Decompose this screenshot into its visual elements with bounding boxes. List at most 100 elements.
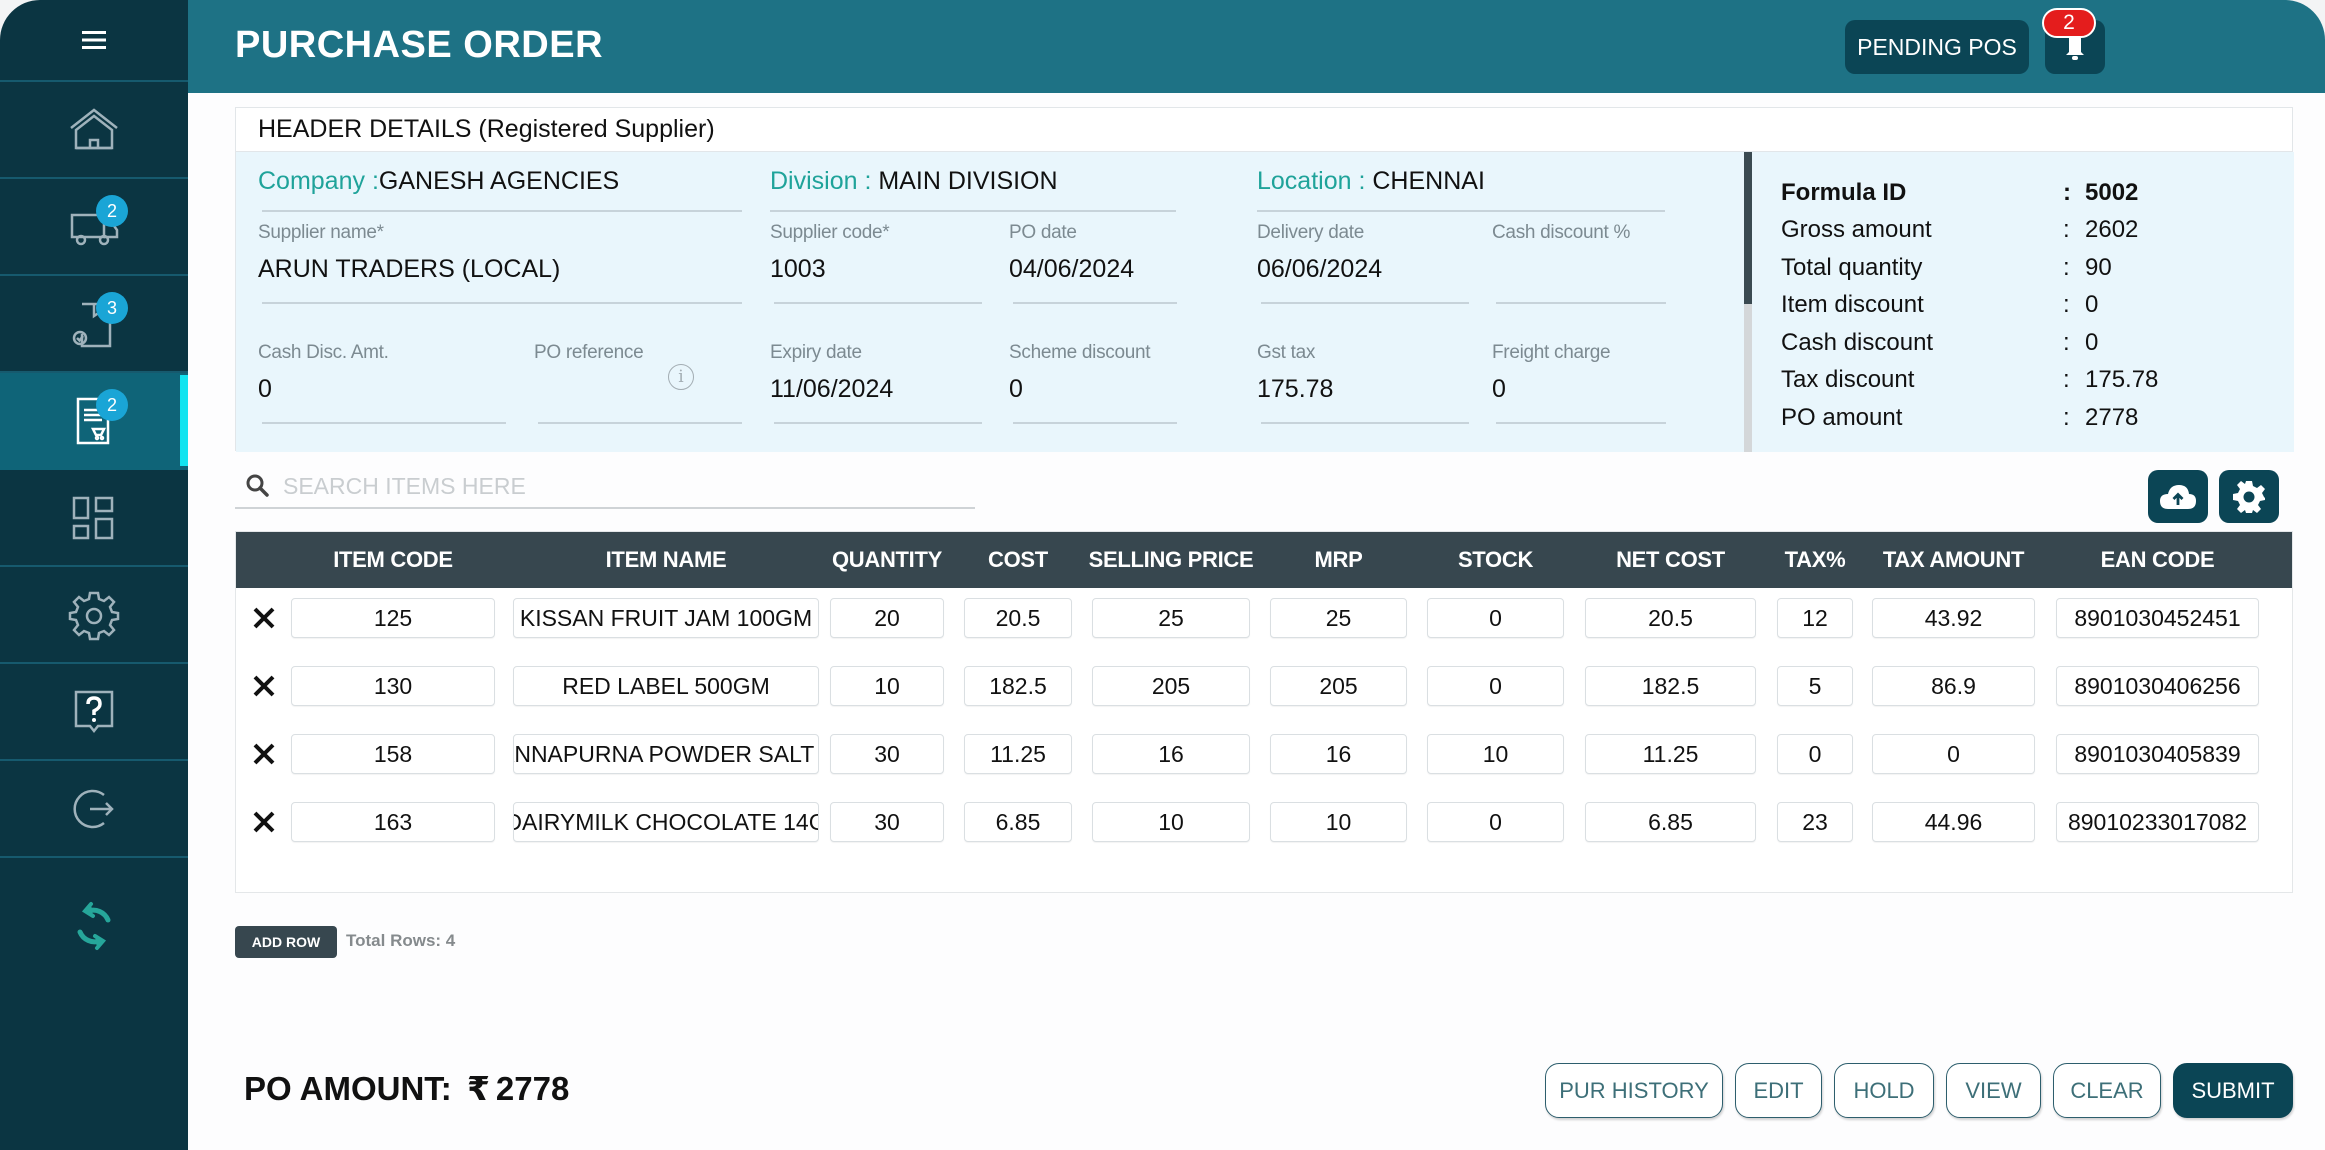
cash-discount-pct-field[interactable]: Cash discount % <box>1492 222 1666 306</box>
cell-ean-code[interactable]: 8901030452451 <box>2056 598 2259 638</box>
cell-tax-amount[interactable]: 43.92 <box>1872 598 2035 638</box>
po-date-field[interactable]: PO date 04/06/2024 <box>1009 222 1177 306</box>
column-header-stock[interactable]: STOCK <box>1427 532 1564 588</box>
cell-ean-code[interactable]: 8901030406256 <box>2056 666 2259 706</box>
cell-mrp[interactable]: 10 <box>1270 802 1407 842</box>
delete-row-button[interactable] <box>248 668 280 704</box>
cell-ean-code[interactable]: 8901030405839 <box>2056 734 2259 774</box>
gst-tax-field[interactable]: Gst tax 175.78 <box>1257 342 1469 426</box>
cell-mrp[interactable]: 205 <box>1270 666 1407 706</box>
column-header-item-name[interactable]: ITEM NAME <box>513 532 819 588</box>
cell-ean-code[interactable]: 89010233017082 <box>2056 802 2259 842</box>
cell-tax-pct[interactable]: 5 <box>1777 666 1853 706</box>
cell-quantity[interactable]: 30 <box>830 734 944 774</box>
clear-button[interactable]: CLEAR <box>2053 1063 2161 1118</box>
cell-item-code[interactable]: 158 <box>291 734 495 774</box>
header-details-scrollbar[interactable] <box>1744 152 1752 452</box>
edit-button[interactable]: EDIT <box>1735 1063 1822 1118</box>
cell-selling-price[interactable]: 10 <box>1092 802 1250 842</box>
sidebar-item-approvals[interactable]: 3 <box>0 276 188 373</box>
cell-net-cost[interactable]: 20.5 <box>1585 598 1756 638</box>
info-icon[interactable]: i <box>668 364 694 390</box>
cash-disc-amt-value[interactable]: 0 <box>258 375 272 404</box>
cell-item-name[interactable]: RED LABEL 500GM <box>513 666 819 706</box>
delivery-date-value[interactable]: 06/06/2024 <box>1257 255 1382 284</box>
upload-button[interactable] <box>2148 470 2208 523</box>
submit-button[interactable]: SUBMIT <box>2173 1063 2293 1118</box>
cell-tax-amount[interactable]: 0 <box>1872 734 2035 774</box>
scheme-discount-value[interactable]: 0 <box>1009 375 1023 404</box>
delete-row-button[interactable] <box>248 736 280 772</box>
cell-mrp[interactable]: 25 <box>1270 598 1407 638</box>
sidebar-item-sync[interactable] <box>0 858 188 993</box>
column-header-tax-amount[interactable]: TAX AMOUNT <box>1872 532 2035 588</box>
cell-tax-amount[interactable]: 44.96 <box>1872 802 2035 842</box>
cell-quantity[interactable]: 10 <box>830 666 944 706</box>
column-header-cost[interactable]: COST <box>964 532 1072 588</box>
cell-item-code[interactable]: 130 <box>291 666 495 706</box>
po-date-value[interactable]: 04/06/2024 <box>1009 255 1134 284</box>
cell-stock[interactable]: 0 <box>1427 802 1564 842</box>
cell-selling-price[interactable]: 205 <box>1092 666 1250 706</box>
cell-cost[interactable]: 11.25 <box>964 734 1072 774</box>
menu-button[interactable] <box>0 0 188 82</box>
sidebar-item-home[interactable] <box>0 82 188 179</box>
cell-net-cost[interactable]: 11.25 <box>1585 734 1756 774</box>
column-header-quantity[interactable]: QUANTITY <box>830 532 944 588</box>
supplier-name-field[interactable]: Supplier name* ARUN TRADERS (LOCAL) <box>258 222 742 306</box>
add-row-button[interactable]: ADD ROW <box>235 926 337 958</box>
freight-charge-value[interactable]: 0 <box>1492 375 1506 404</box>
supplier-code-value[interactable]: 1003 <box>770 255 826 284</box>
column-header-ean-code[interactable]: EAN CODE <box>2056 532 2259 588</box>
cell-tax-pct[interactable]: 23 <box>1777 802 1853 842</box>
cell-net-cost[interactable]: 182.5 <box>1585 666 1756 706</box>
search-input[interactable] <box>283 472 963 500</box>
cell-cost[interactable]: 6.85 <box>964 802 1072 842</box>
gst-tax-value[interactable]: 175.78 <box>1257 375 1333 404</box>
cell-tax-pct[interactable]: 12 <box>1777 598 1853 638</box>
supplier-code-field[interactable]: Supplier code* 1003 <box>770 222 982 306</box>
expiry-date-field[interactable]: Expiry date 11/06/2024 <box>770 342 982 426</box>
pending-pos-button[interactable]: PENDING POS <box>1845 20 2029 74</box>
cell-cost[interactable]: 20.5 <box>964 598 1072 638</box>
cell-selling-price[interactable]: 25 <box>1092 598 1250 638</box>
cell-item-code[interactable]: 125 <box>291 598 495 638</box>
po-reference-field[interactable]: PO reference <box>534 342 742 426</box>
table-settings-button[interactable] <box>2219 470 2279 523</box>
column-header-net-cost[interactable]: NET COST <box>1585 532 1756 588</box>
sidebar-item-logout[interactable] <box>0 761 188 858</box>
cell-stock[interactable]: 0 <box>1427 598 1564 638</box>
column-header-mrp[interactable]: MRP <box>1270 532 1407 588</box>
sidebar-item-delivery[interactable]: 2 <box>0 179 188 276</box>
delivery-date-field[interactable]: Delivery date 06/06/2024 <box>1257 222 1469 306</box>
cell-item-code[interactable]: 163 <box>291 802 495 842</box>
cell-tax-amount[interactable]: 86.9 <box>1872 666 2035 706</box>
hold-button[interactable]: HOLD <box>1834 1063 1934 1118</box>
delete-row-button[interactable] <box>248 600 280 636</box>
cell-cost[interactable]: 182.5 <box>964 666 1072 706</box>
cell-stock[interactable]: 0 <box>1427 666 1564 706</box>
supplier-name-value[interactable]: ARUN TRADERS (LOCAL) <box>258 255 560 284</box>
cell-net-cost[interactable]: 6.85 <box>1585 802 1756 842</box>
delete-row-button[interactable] <box>248 804 280 840</box>
scrollbar-thumb[interactable] <box>1744 152 1752 304</box>
cell-item-name[interactable]: ANNAPURNA POWDER SALT 1 <box>513 734 819 774</box>
cell-stock[interactable]: 10 <box>1427 734 1564 774</box>
sidebar-item-help[interactable] <box>0 664 188 761</box>
cell-item-name[interactable]: DAIRYMILK CHOCOLATE 14G <box>513 802 819 842</box>
sidebar-item-dashboard[interactable] <box>0 470 188 567</box>
view-button[interactable]: VIEW <box>1946 1063 2041 1118</box>
column-header-selling-price[interactable]: SELLING PRICE <box>1089 532 1254 588</box>
freight-charge-field[interactable]: Freight charge 0 <box>1492 342 1666 426</box>
sidebar-item-settings[interactable] <box>0 567 188 664</box>
cell-item-name[interactable]: KISSAN FRUIT JAM 100GM <box>513 598 819 638</box>
scheme-discount-field[interactable]: Scheme discount 0 <box>1009 342 1177 426</box>
cell-quantity[interactable]: 30 <box>830 802 944 842</box>
cell-quantity[interactable]: 20 <box>830 598 944 638</box>
column-header-item-code[interactable]: ITEM CODE <box>291 532 495 588</box>
cash-disc-amt-field[interactable]: Cash Disc. Amt. 0 <box>258 342 506 426</box>
expiry-date-value[interactable]: 11/06/2024 <box>770 375 893 404</box>
sidebar-item-purchase-order[interactable]: 2 <box>0 373 188 470</box>
cell-mrp[interactable]: 16 <box>1270 734 1407 774</box>
cell-tax-pct[interactable]: 0 <box>1777 734 1853 774</box>
